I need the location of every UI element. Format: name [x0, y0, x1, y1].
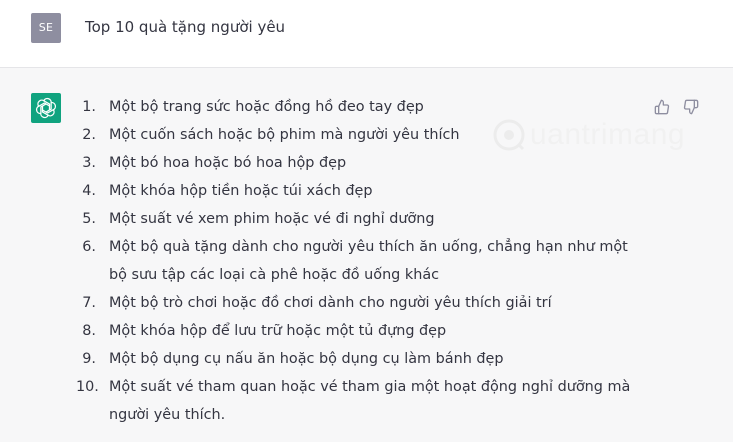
answer-list: 1. Một bộ trang sức hoặc đồng hồ đeo tay … [76, 93, 636, 429]
list-item: 4. Một khóa hộp tiền hoặc túi xách đẹp [76, 177, 636, 205]
user-message-row: SE Top 10 quà tặng người yêu [0, 0, 733, 68]
list-item: 6. Một bộ quà tặng dành cho người yêu thí… [76, 233, 636, 289]
user-avatar: SE [31, 13, 61, 43]
list-item-text: Một bộ trang sức hoặc đồng hồ đeo tay đẹ… [109, 99, 424, 115]
list-item: 5. Một suất vé xem phim hoặc vé đi nghỉ d… [76, 205, 636, 233]
list-item-number: 3. [82, 155, 96, 171]
list-item-number: 9. [82, 351, 96, 367]
list-item-text: Một cuốn sách hoặc bộ phim mà người yêu … [109, 127, 460, 143]
list-item-number: 6. [82, 239, 96, 255]
list-item-number: 1. [82, 99, 96, 115]
list-item-text: Một suất vé tham quan hoặc vé tham gia m… [109, 379, 631, 423]
list-item-text: Một khóa hộp tiền hoặc túi xách đẹp [109, 183, 373, 199]
thumbs-down-button[interactable] [681, 97, 701, 117]
list-item: 2. Một cuốn sách hoặc bộ phim mà người yê… [76, 121, 636, 149]
list-item: 3. Một bó hoa hoặc bó hoa hộp đẹp [76, 149, 636, 177]
openai-logo-icon [31, 93, 61, 123]
list-item: 1. Một bộ trang sức hoặc đồng hồ đeo tay … [76, 93, 636, 121]
list-item: 9. Một bộ dụng cụ nấu ăn hoặc bộ dụng cụ … [76, 345, 636, 373]
assistant-message-row: uantrimang 1. Một bộ trang sức hoặc đồng … [0, 68, 733, 442]
list-item-number: 7. [82, 295, 96, 311]
thumbs-down-icon [683, 99, 699, 115]
thumbs-up-button[interactable] [652, 97, 672, 117]
list-item-number: 2. [82, 127, 96, 143]
list-item-number: 8. [82, 323, 96, 339]
thumbs-up-icon [654, 99, 670, 115]
list-item: 8. Một khóa hộp để lưu trữ hoặc một tủ đự… [76, 317, 636, 345]
list-item-text: Một khóa hộp để lưu trữ hoặc một tủ đựng… [109, 323, 447, 339]
list-item-number: 5. [82, 211, 96, 227]
list-item-number: 4. [82, 183, 96, 199]
list-item: 10. Một suất vé tham quan hoặc vé tham gi… [76, 373, 636, 429]
list-item-text: Một bộ trò chơi hoặc đồ chơi dành cho ng… [109, 295, 552, 311]
list-item-text: Một suất vé xem phim hoặc vé đi nghỉ dưỡ… [109, 211, 435, 227]
user-message-text: Top 10 quà tặng người yêu [85, 18, 286, 36]
list-item-text: Một bó hoa hoặc bó hoa hộp đẹp [109, 155, 347, 171]
list-item-text: Một bộ dụng cụ nấu ăn hoặc bộ dụng cụ là… [109, 351, 504, 367]
list-item: 7. Một bộ trò chơi hoặc đồ chơi dành cho … [76, 289, 636, 317]
list-item-text: Một bộ quà tặng dành cho người yêu thích… [109, 239, 628, 283]
list-item-number: 10. [76, 379, 99, 395]
